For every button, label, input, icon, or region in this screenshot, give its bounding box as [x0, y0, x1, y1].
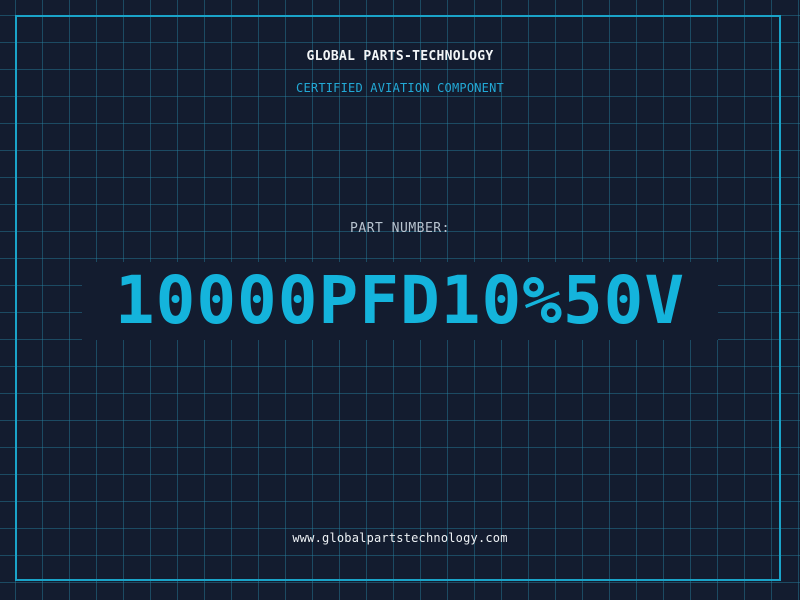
part-number-panel: 10000PFD10%50V: [82, 262, 718, 340]
part-number-value: 10000PFD10%50V: [114, 262, 686, 339]
part-number-label: PART NUMBER:: [350, 221, 450, 236]
brand-name: GLOBAL PARTS-TECHNOLOGY: [306, 49, 494, 64]
website-link[interactable]: www.globalpartstechnology.com: [0, 531, 800, 545]
certificate-card: GLOBAL PARTS-TECHNOLOGY CERTIFIED AVIATI…: [0, 0, 800, 600]
certification-tagline: CERTIFIED AVIATION COMPONENT: [296, 81, 504, 95]
